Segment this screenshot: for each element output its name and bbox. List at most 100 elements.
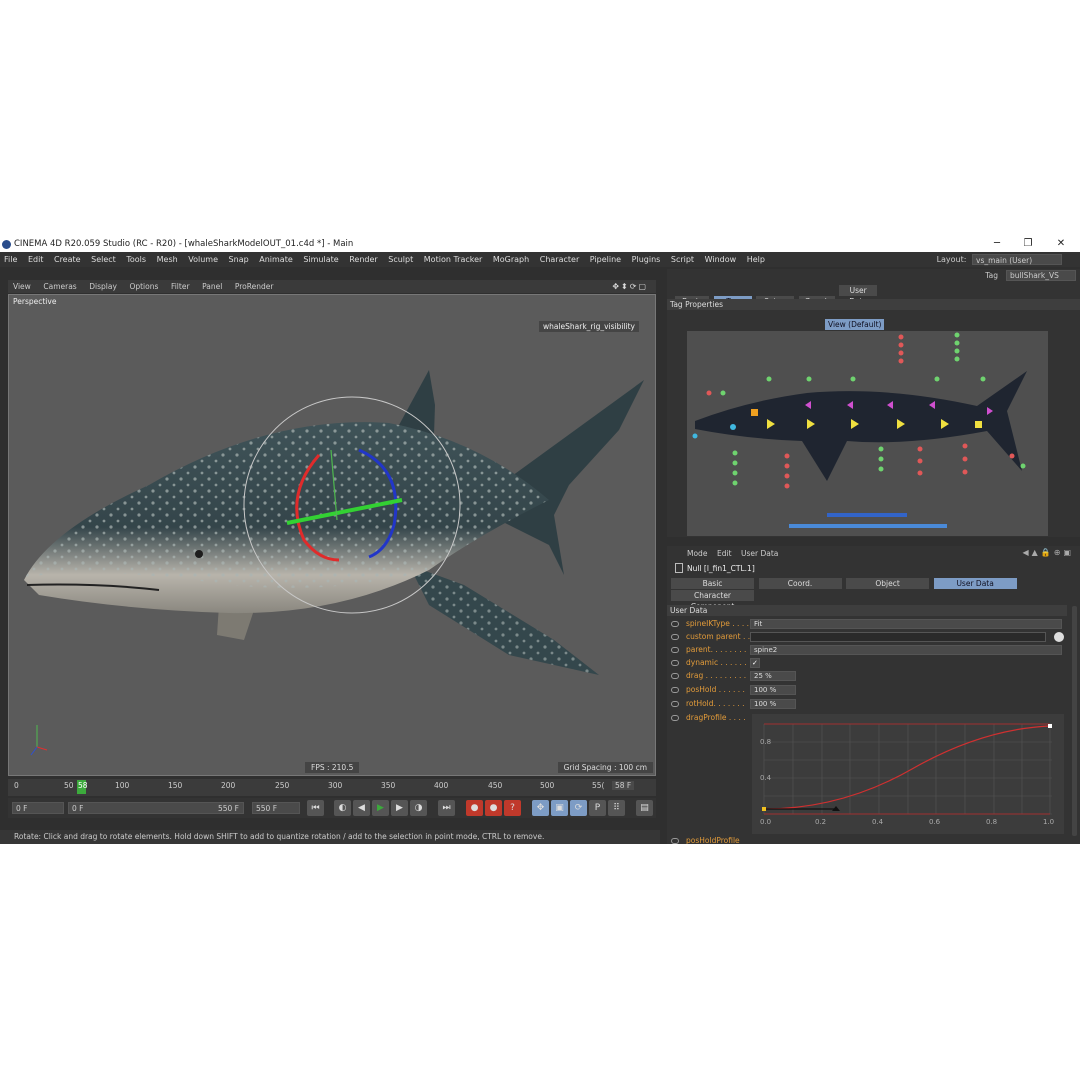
menu-sculpt[interactable]: Sculpt bbox=[384, 252, 417, 267]
viewport-menu-prorender[interactable]: ProRender bbox=[230, 280, 279, 293]
cinema4d-window: CINEMA 4D R20.059 Studio (RC - R20) - [w… bbox=[0, 237, 1080, 844]
3d-viewport[interactable]: Perspective whaleShark_rig_visibility FP… bbox=[8, 294, 656, 776]
autokey-icon[interactable]: ● bbox=[485, 800, 502, 816]
maximize-button[interactable]: ❐ bbox=[1013, 237, 1043, 252]
menu-help[interactable]: Help bbox=[743, 252, 769, 267]
record-pla-icon[interactable]: ⠿ bbox=[608, 800, 625, 816]
window-title: CINEMA 4D R20.059 Studio (RC - R20) - [w… bbox=[14, 239, 354, 249]
animate-toggle-icon[interactable] bbox=[671, 634, 679, 640]
viewport-menu-options[interactable]: Options bbox=[124, 280, 163, 293]
menu-render[interactable]: Render bbox=[345, 252, 381, 267]
drag-profile-spline[interactable]: 0.0 0.2 0.4 0.6 0.8 1.0 0.8 0.4 bbox=[752, 714, 1064, 834]
animate-toggle-icon[interactable] bbox=[671, 701, 679, 707]
view-default-button[interactable]: View (Default) bbox=[825, 319, 885, 330]
tag-label: Tag bbox=[985, 271, 998, 280]
menu-volume[interactable]: Volume bbox=[184, 252, 222, 267]
prev-frame-icon[interactable]: ◀ bbox=[353, 800, 370, 816]
viewport-menu-filter[interactable]: Filter bbox=[166, 280, 195, 293]
menu-mesh[interactable]: Mesh bbox=[153, 252, 182, 267]
custom-parent-link-field[interactable] bbox=[750, 632, 1046, 642]
spline-graph[interactable] bbox=[752, 714, 1064, 834]
viewport-nav-icons[interactable]: ✥⬍⟳▢ bbox=[612, 280, 648, 293]
record-rotation-icon[interactable]: ⟳ bbox=[570, 800, 587, 816]
close-button[interactable]: ✕ bbox=[1046, 237, 1076, 252]
menu-plugins[interactable]: Plugins bbox=[628, 252, 665, 267]
attr-scrollbar[interactable] bbox=[1072, 606, 1077, 836]
menu-snap[interactable]: Snap bbox=[225, 252, 253, 267]
end-frame-field[interactable]: 550 F bbox=[252, 802, 300, 814]
record-parameter-icon[interactable]: P bbox=[589, 800, 606, 816]
pick-object-icon[interactable] bbox=[1054, 632, 1064, 642]
animate-toggle-icon[interactable] bbox=[671, 660, 679, 666]
attr-tab-character-component[interactable]: Character Component bbox=[671, 590, 754, 611]
curve-x-label: 0.8 bbox=[986, 818, 998, 826]
menu-animate[interactable]: Animate bbox=[255, 252, 297, 267]
tab-user-data[interactable]: User Data bbox=[839, 285, 878, 306]
attr-menu-edit[interactable]: Edit bbox=[717, 549, 732, 558]
menu-window[interactable]: Window bbox=[701, 252, 741, 267]
curve-x-label: 0.0 bbox=[760, 818, 772, 826]
tag-dropdown[interactable]: bullShark_VS bbox=[1006, 270, 1076, 281]
attr-tab-object[interactable]: Object bbox=[846, 578, 930, 589]
minimize-button[interactable]: ─ bbox=[982, 237, 1012, 252]
menu-script[interactable]: Script bbox=[667, 252, 698, 267]
animate-toggle-icon[interactable] bbox=[671, 687, 679, 693]
dynamic-checkbox[interactable]: ✓ bbox=[750, 658, 760, 668]
attr-tab-basic[interactable]: Basic bbox=[671, 578, 754, 589]
timeline-end-frame[interactable]: 58 F bbox=[612, 781, 635, 790]
animate-toggle-icon[interactable] bbox=[671, 621, 679, 627]
go-to-end-icon[interactable]: ⏭ bbox=[438, 800, 455, 816]
prev-key-icon[interactable]: ◐ bbox=[334, 800, 351, 816]
keyframe-selection-icon[interactable]: ? bbox=[504, 800, 521, 816]
viewport-menu-bar: View Cameras Display Options Filter Pane… bbox=[8, 280, 656, 293]
record-position-icon[interactable]: ✥ bbox=[532, 800, 549, 816]
go-to-start-icon[interactable]: ⏮ bbox=[307, 800, 324, 816]
viewport-menu-display[interactable]: Display bbox=[84, 280, 122, 293]
parent-dropdown[interactable]: spine2 bbox=[750, 645, 1062, 655]
animate-toggle-icon[interactable] bbox=[671, 647, 679, 653]
whale-shark-model[interactable] bbox=[9, 295, 655, 775]
rig-visibility-preview[interactable] bbox=[687, 331, 1048, 536]
poshold-field[interactable]: 100 % bbox=[750, 685, 796, 695]
menu-tools[interactable]: Tools bbox=[122, 252, 150, 267]
attr-tab-user-data[interactable]: User Data bbox=[933, 578, 1017, 589]
viewport-menu-panel[interactable]: Panel bbox=[197, 280, 227, 293]
record-icon[interactable]: ● bbox=[466, 800, 483, 816]
preview-range-slider[interactable]: 0 F 550 F bbox=[68, 802, 244, 814]
animate-toggle-icon[interactable] bbox=[671, 715, 679, 721]
timeline-ruler[interactable]: 0 50 58 100 150 200 250 300 350 400 450 … bbox=[8, 779, 656, 796]
menu-edit[interactable]: Edit bbox=[24, 252, 48, 267]
next-key-icon[interactable]: ◑ bbox=[410, 800, 427, 816]
menu-file[interactable]: File bbox=[0, 252, 21, 267]
record-scale-icon[interactable]: ▣ bbox=[551, 800, 568, 816]
attr-menu-user-data[interactable]: User Data bbox=[741, 549, 778, 558]
shark-rig-diagram[interactable] bbox=[687, 331, 1048, 536]
next-frame-icon[interactable]: ▶ bbox=[391, 800, 408, 816]
menu-pipeline[interactable]: Pipeline bbox=[586, 252, 625, 267]
menu-simulate[interactable]: Simulate bbox=[299, 252, 342, 267]
drag-field[interactable]: 25 % bbox=[750, 671, 796, 681]
layout-dropdown[interactable]: vs_main (User) bbox=[972, 254, 1062, 265]
animate-toggle-icon[interactable] bbox=[671, 673, 679, 679]
attr-tab-coord[interactable]: Coord. bbox=[758, 578, 842, 589]
fps-readout: FPS : 210.5 bbox=[305, 762, 360, 773]
timeline-tick: 100 bbox=[115, 781, 130, 790]
menu-create[interactable]: Create bbox=[50, 252, 85, 267]
animate-toggle-icon[interactable] bbox=[671, 838, 679, 844]
film-strip-icon[interactable]: ▤ bbox=[636, 800, 653, 816]
menu-motion-tracker[interactable]: Motion Tracker bbox=[420, 252, 487, 267]
spineiktype-dropdown[interactable]: Fit bbox=[750, 619, 1062, 629]
menu-character[interactable]: Character bbox=[536, 252, 584, 267]
attr-tabs: Basic Coord. Object User Data bbox=[671, 578, 1019, 589]
play-icon[interactable]: ▶ bbox=[372, 800, 389, 816]
menu-mograph[interactable]: MoGraph bbox=[489, 252, 533, 267]
shark-eye bbox=[195, 550, 203, 558]
row-dynamic: dynamic . . . . . . ✓ bbox=[667, 657, 1067, 669]
attr-menu-mode[interactable]: Mode bbox=[687, 549, 707, 558]
viewport-menu-view[interactable]: View bbox=[8, 280, 36, 293]
attr-nav-icons[interactable]: ◀▲🔒⊕▣ bbox=[1022, 548, 1074, 557]
start-frame-field[interactable]: 0 F bbox=[12, 802, 64, 814]
rothold-field[interactable]: 100 % bbox=[750, 699, 796, 709]
viewport-menu-cameras[interactable]: Cameras bbox=[38, 280, 81, 293]
menu-select[interactable]: Select bbox=[87, 252, 120, 267]
